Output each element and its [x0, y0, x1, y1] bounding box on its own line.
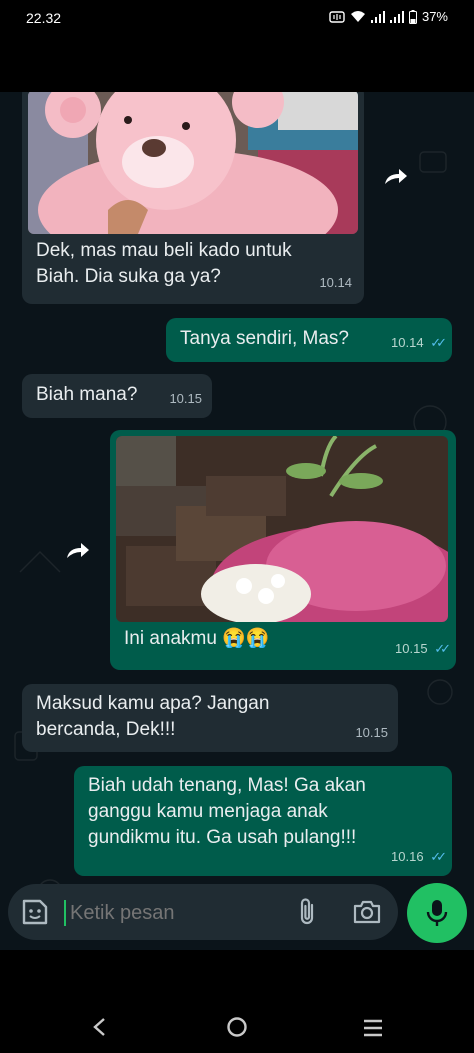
message-time-row: 10.15 ✓✓ — [395, 636, 451, 662]
double-check-icon: ✓✓ — [434, 641, 451, 656]
forward-icon — [67, 543, 89, 558]
signal-icon — [370, 10, 385, 23]
message-bubble-outgoing[interactable]: Ini anakmu 😭😭 10.15 ✓✓ — [110, 430, 456, 670]
message-time: 10.14 — [319, 275, 352, 290]
system-nav-bar — [0, 990, 474, 1053]
camera-icon[interactable] — [352, 899, 382, 925]
message-text-row: Ini anakmu 😭😭 — [124, 626, 270, 652]
nav-home-icon[interactable] — [226, 1016, 248, 1038]
grave-flowers-photo[interactable] — [116, 436, 448, 622]
status-icons: 37% — [329, 9, 448, 24]
message-bubble-incoming[interactable]: Dek, mas mau beli kado untuk Biah. Dia s… — [22, 92, 364, 304]
message-text: Maksud kamu apa? Jangan bercanda, Dek!!! — [36, 693, 270, 740]
signal-icon — [389, 10, 404, 23]
wifi-icon — [350, 11, 365, 22]
status-time: 22.32 — [26, 10, 62, 26]
nav-back-icon[interactable] — [92, 1017, 106, 1037]
message-bubble-outgoing[interactable]: Tanya sendiri, Mas? 10.14 ✓✓ — [166, 318, 452, 362]
nfc-icon — [329, 10, 345, 23]
double-check-icon: ✓✓ — [430, 335, 447, 350]
battery-percent: 37% — [421, 9, 448, 24]
message-time: 10.15 — [395, 641, 428, 656]
message-input[interactable] — [68, 896, 292, 930]
message-bubble-incoming[interactable]: Biah mana? 10.15 — [22, 374, 212, 418]
composer-bar — [0, 874, 474, 950]
forward-button[interactable] — [56, 528, 100, 572]
message-input-container[interactable] — [8, 884, 398, 940]
cursor — [64, 900, 66, 926]
double-check-icon: ✓✓ — [430, 849, 447, 864]
battery-icon — [408, 9, 417, 24]
message-time: 10.15 — [169, 391, 202, 406]
chat-area[interactable]: Dek, mas mau beli kado untuk Biah. Dia s… — [0, 92, 474, 950]
message-text: Ini anakmu — [124, 628, 217, 649]
teddy-bear-photo[interactable] — [28, 92, 358, 234]
message-text: Tanya sendiri, Mas? — [180, 328, 349, 349]
paperclip-icon[interactable] — [296, 896, 318, 928]
message-time: 10.16 — [391, 849, 424, 864]
status-bar: 22.32 37% — [0, 0, 474, 36]
message-bubble-incoming[interactable]: Maksud kamu apa? Jangan bercanda, Dek!!!… — [22, 684, 398, 752]
forward-button[interactable] — [374, 154, 418, 198]
message-text: Dek, mas mau beli kado untuk Biah. Dia s… — [36, 240, 292, 287]
message-text: Biah mana? — [36, 384, 138, 405]
nav-recents-icon[interactable] — [362, 1019, 384, 1037]
message-time: 10.14 — [391, 335, 424, 350]
message-time: 10.15 — [355, 725, 388, 740]
crying-emoji: 😭😭 — [222, 628, 270, 649]
sticker-icon[interactable] — [20, 897, 50, 927]
message-text: Biah udah tenang, Mas! Ga akan ganggu ka… — [88, 775, 366, 848]
message-time-row: 10.16 ✓✓ — [391, 844, 447, 870]
mic-icon — [426, 900, 448, 926]
message-bubble-outgoing[interactable]: Biah udah tenang, Mas! Ga akan ganggu ka… — [74, 766, 452, 876]
message-time-row: 10.14 ✓✓ — [391, 330, 447, 356]
forward-icon — [385, 169, 407, 184]
voice-record-button[interactable] — [407, 883, 467, 943]
